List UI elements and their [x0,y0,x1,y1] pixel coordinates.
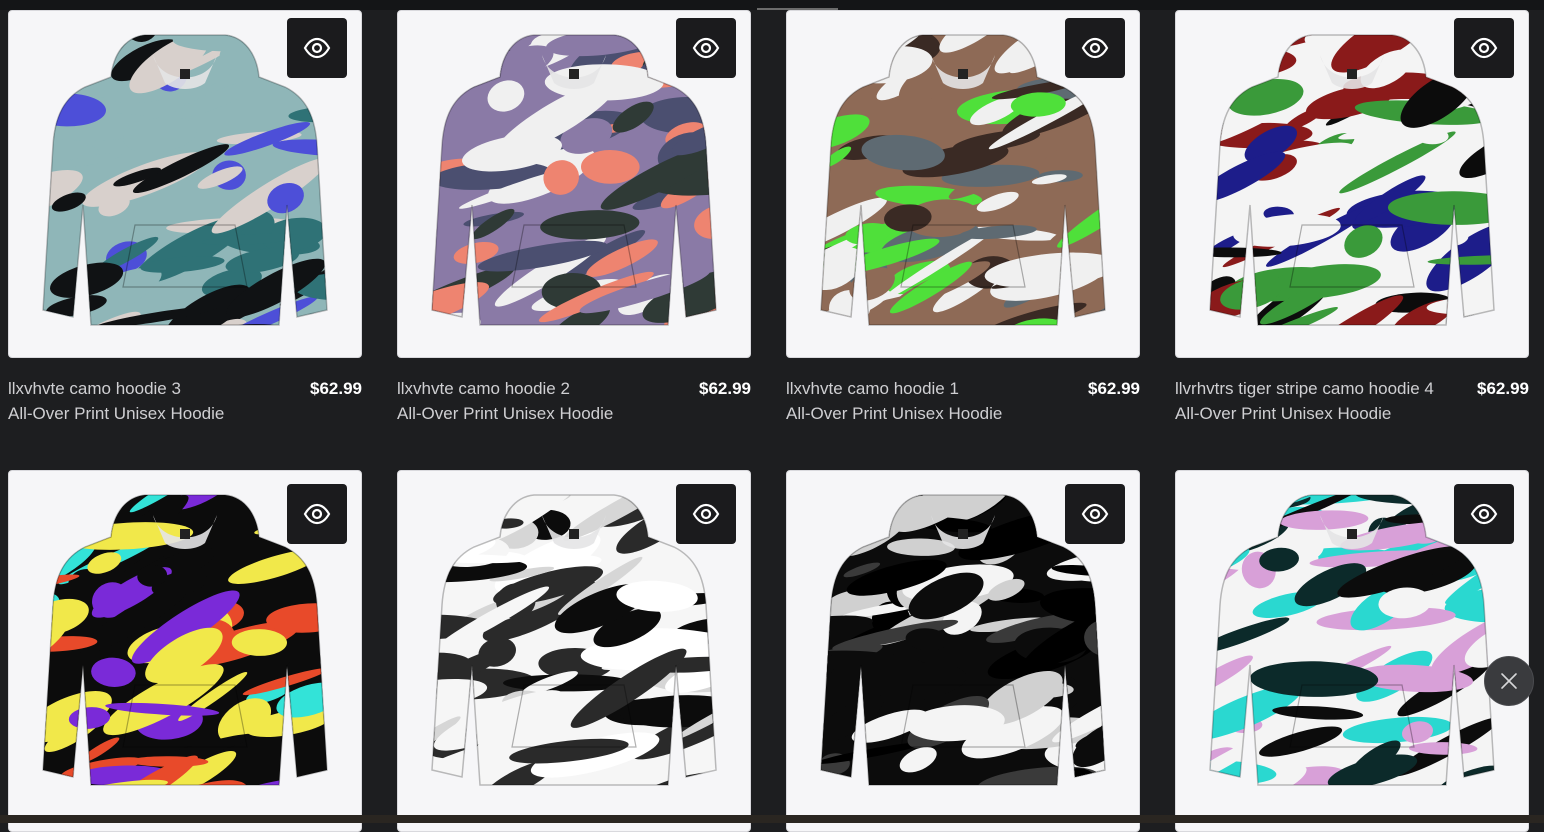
product-type: All-Over Print Unisex Hoodie [8,404,225,423]
quick-view-button[interactable] [1065,484,1125,544]
product-thumbnail[interactable] [397,10,751,358]
product-name[interactable]: llxvhvte camo hoodie 1 [786,379,959,399]
eye-icon [1470,37,1498,59]
product-type: All-Over Print Unisex Hoodie [397,404,614,423]
product-name[interactable]: llxvhvte camo hoodie 3 [8,379,181,399]
quick-view-button[interactable] [1454,484,1514,544]
bottom-edge [0,815,1544,823]
product-type: All-Over Print Unisex Hoodie [786,404,1003,423]
quick-view-button[interactable] [287,18,347,78]
eye-icon [1081,37,1109,59]
product-thumbnail[interactable] [1175,470,1529,832]
product-price: $62.99 [310,379,362,398]
product-thumbnail[interactable] [786,10,1140,358]
product-thumbnail[interactable] [397,470,751,832]
product-name[interactable]: llxvhvte camo hoodie 2 [397,379,570,399]
quick-view-button[interactable] [676,484,736,544]
quick-view-button[interactable] [1454,18,1514,78]
product-thumbnail[interactable] [1175,10,1529,358]
product-price: $62.99 [1088,379,1140,398]
eye-icon [1081,503,1109,525]
quick-view-button[interactable] [676,18,736,78]
close-icon [1501,673,1517,689]
close-button[interactable] [1484,656,1534,706]
eye-icon [692,503,720,525]
eye-icon [303,503,331,525]
eye-icon [1470,503,1498,525]
product-thumbnail[interactable] [786,470,1140,832]
quick-view-button[interactable] [287,484,347,544]
eye-icon [303,37,331,59]
eye-icon [692,37,720,59]
product-type: All-Over Print Unisex Hoodie [1175,404,1392,423]
product-grid: llxvhvte camo hoodie 3 $62.99 All-Over P… [0,0,1544,832]
product-price: $62.99 [699,379,751,398]
product-price: $62.99 [1477,379,1529,398]
product-thumbnail[interactable] [8,470,362,832]
quick-view-button[interactable] [1065,18,1125,78]
product-thumbnail[interactable] [8,10,362,358]
product-name[interactable]: llvrhvtrs tiger stripe camo hoodie 4 [1175,379,1434,399]
